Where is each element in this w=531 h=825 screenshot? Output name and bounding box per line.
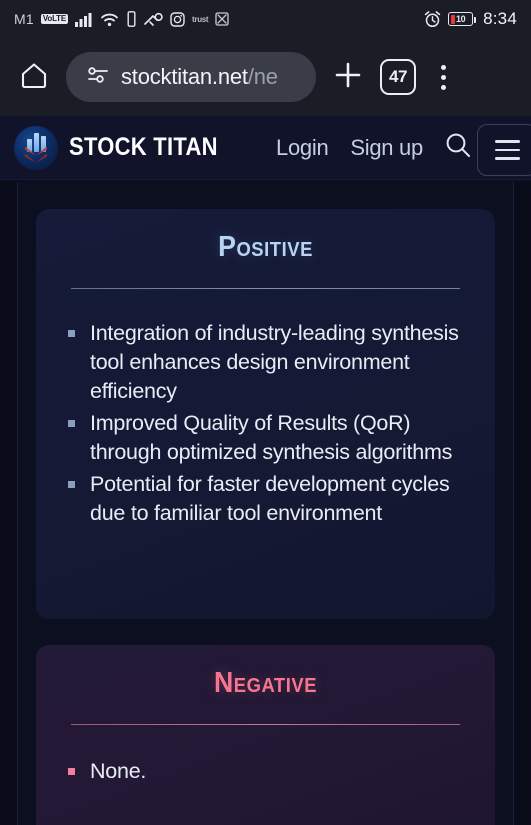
vibrate-phone-icon <box>126 11 137 27</box>
more-vertical-icon-dot <box>440 64 446 70</box>
logo-chevron-icon <box>25 153 47 163</box>
nav-link-login[interactable]: Login <box>276 135 329 161</box>
trust-app-icon: trust <box>192 14 209 24</box>
site-nav: Login Sign up <box>276 135 423 161</box>
tab-count-label: 47 <box>389 67 407 86</box>
browser-menu-button[interactable] <box>428 57 458 97</box>
phone-screen: M1 VoLTE trust 10 8:34 stocktitan.net/ne… <box>0 0 531 825</box>
negative-bullet-list: None. <box>68 757 473 786</box>
home-icon <box>19 60 49 95</box>
hamburger-icon-line <box>494 157 520 160</box>
stock-titan-logo[interactable] <box>14 125 58 170</box>
negative-card-divider <box>71 724 460 725</box>
volte-badge: VoLTE <box>40 13 69 25</box>
url-path: /ne <box>247 64 278 89</box>
url-domain: stocktitan.net <box>121 64 248 89</box>
hamburger-icon-line <box>494 140 520 143</box>
list-item: Integration of industry-leading synthesi… <box>68 319 473 406</box>
more-vertical-icon-dot <box>440 84 446 90</box>
vpn-key-icon <box>144 12 163 27</box>
positive-bullet-list: Integration of industry-leading synthesi… <box>68 319 473 528</box>
carrier-label: M1 <box>14 11 34 27</box>
url-bar[interactable]: stocktitan.net/ne <box>66 52 316 102</box>
x-blocked-icon <box>215 12 229 26</box>
browser-toolbar: stocktitan.net/ne 47 <box>0 38 531 116</box>
home-button[interactable] <box>14 57 54 97</box>
hamburger-icon-line <box>494 148 520 152</box>
battery-level-label: 10 <box>456 13 466 24</box>
positive-card-divider <box>71 288 460 289</box>
tune-icon[interactable] <box>86 65 110 90</box>
negative-card: Negative None. <box>36 645 495 825</box>
alarm-clock-icon <box>424 10 441 28</box>
site-menu-button[interactable] <box>477 124 531 176</box>
plus-icon <box>331 58 365 97</box>
url-text[interactable]: stocktitan.net/ne <box>121 64 278 90</box>
battery-indicator: 10 <box>448 12 477 26</box>
webpage-viewport: Positive Integration of industry-leading… <box>0 182 531 825</box>
nav-link-signup[interactable]: Sign up <box>350 135 423 161</box>
battery-low-bar <box>450 14 455 24</box>
wifi-icon <box>100 12 119 27</box>
signal-bars-icon <box>75 12 93 27</box>
brand-title[interactable]: STOCK TITAN <box>69 133 218 162</box>
positive-card: Positive Integration of industry-leading… <box>36 209 495 619</box>
site-search-button[interactable] <box>443 130 473 165</box>
status-bar-left: M1 VoLTE trust <box>14 11 424 27</box>
instagram-icon <box>170 11 185 27</box>
status-bar: M1 VoLTE trust 10 8:34 <box>0 0 531 38</box>
site-header: STOCK TITAN Login Sign up <box>0 116 531 180</box>
new-tab-button[interactable] <box>328 57 368 97</box>
status-bar-right: 10 8:34 <box>424 9 517 29</box>
page-content: Positive Integration of industry-leading… <box>18 182 513 825</box>
positive-card-title: Positive <box>218 231 313 263</box>
logo-bar <box>34 132 39 152</box>
list-item: None. <box>68 757 473 786</box>
list-item: Improved Quality of Results (QoR) throug… <box>68 409 473 467</box>
search-icon <box>443 130 473 165</box>
list-item: Potential for faster development cycles … <box>68 470 473 528</box>
clock-label: 8:34 <box>483 9 517 28</box>
more-vertical-icon-dot <box>440 74 446 80</box>
negative-card-title: Negative <box>213 667 318 699</box>
tab-switcher-button[interactable]: 47 <box>380 59 416 95</box>
